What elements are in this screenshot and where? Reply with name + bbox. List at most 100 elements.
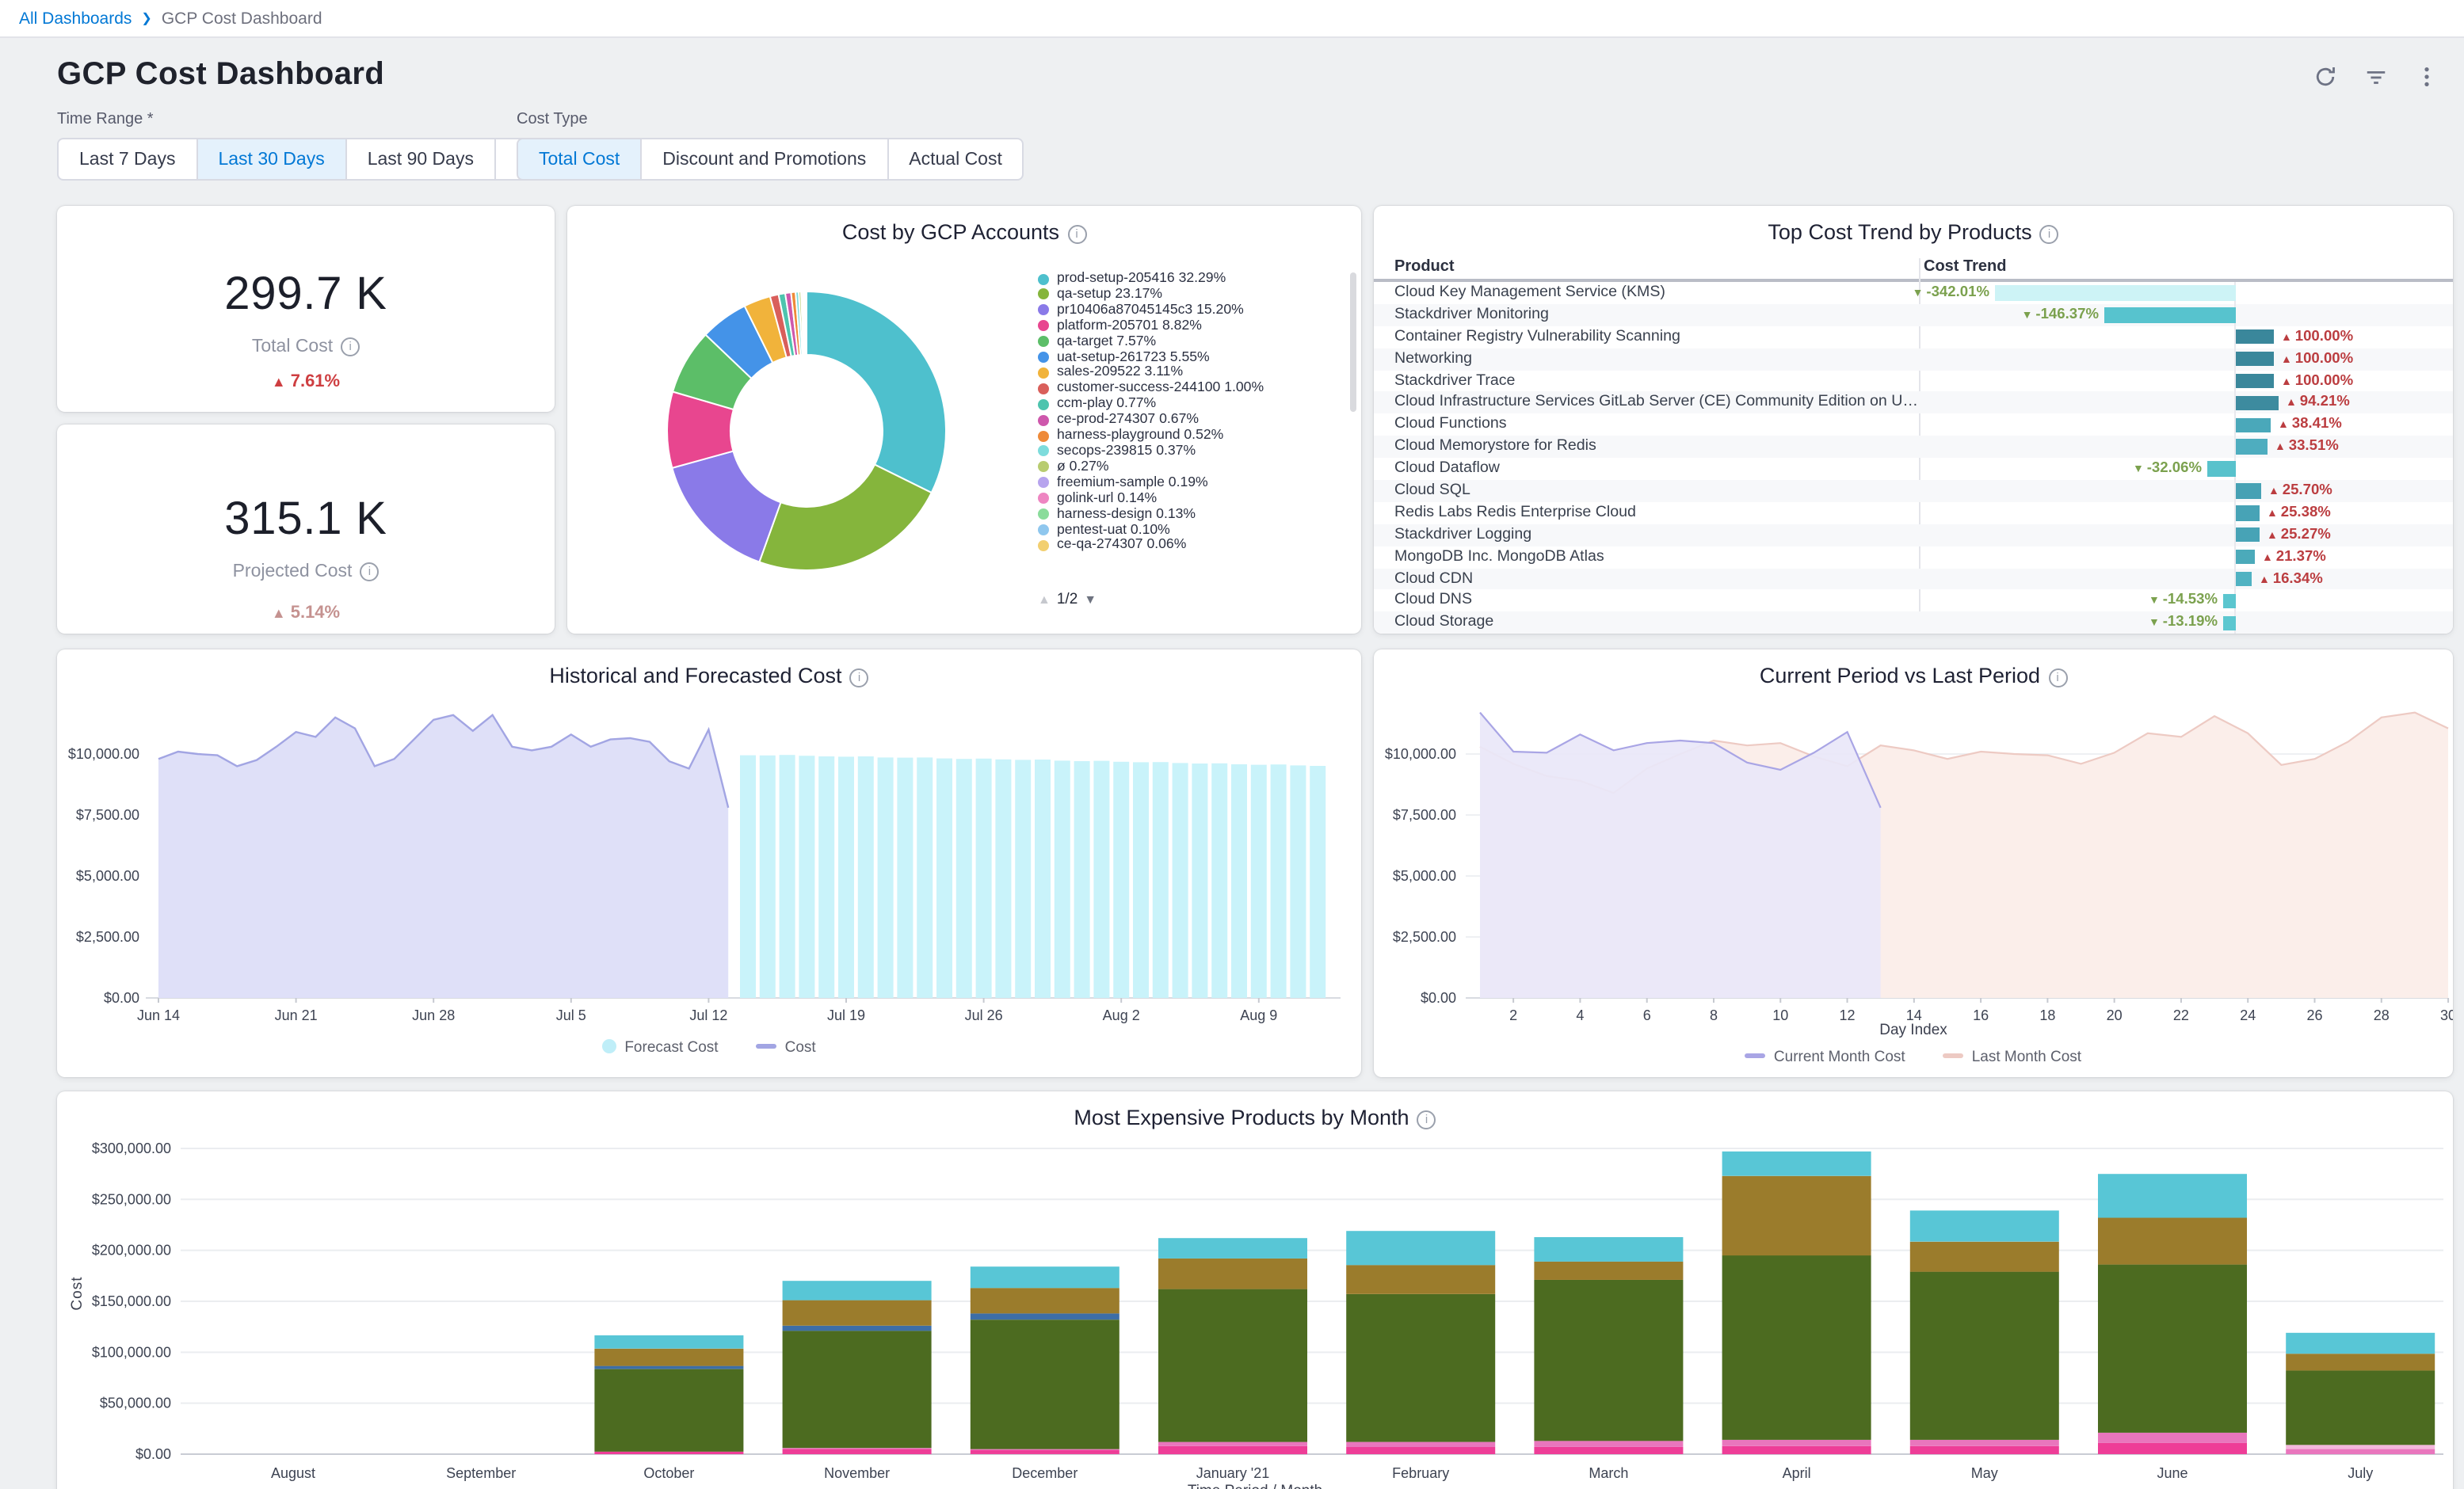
forecast-bar[interactable] bbox=[1113, 762, 1129, 998]
legend-page-down-icon[interactable]: ▼ bbox=[1084, 592, 1097, 607]
cost-type-total-cost[interactable]: Total Cost bbox=[517, 138, 642, 181]
stacked-bar-segment[interactable] bbox=[1346, 1442, 1495, 1447]
trend-bar[interactable] bbox=[2235, 374, 2273, 389]
legend-scrollbar[interactable] bbox=[1350, 272, 1356, 412]
legend-item[interactable]: qa-target 7.57% bbox=[1038, 333, 1339, 349]
stacked-bar-segment[interactable] bbox=[1910, 1210, 2059, 1241]
forecast-bar[interactable] bbox=[1290, 765, 1306, 998]
legend-item[interactable]: golink-url 0.14% bbox=[1038, 490, 1339, 506]
time-range-last-30-days[interactable]: Last 30 Days bbox=[196, 138, 346, 181]
legend-page-up-icon[interactable]: ▲ bbox=[1038, 592, 1051, 607]
trend-bar[interactable] bbox=[2235, 572, 2251, 587]
stacked-bar-segment[interactable] bbox=[2286, 1370, 2435, 1445]
stacked-bar-segment[interactable] bbox=[783, 1331, 932, 1448]
forecast-bar[interactable] bbox=[1153, 762, 1169, 998]
filter-icon[interactable] bbox=[2364, 65, 2388, 90]
donut-slice-qa-setup[interactable] bbox=[759, 465, 931, 570]
stacked-bar-segment[interactable] bbox=[1158, 1446, 1307, 1454]
trend-bar[interactable] bbox=[2235, 483, 2260, 498]
stacked-bar-segment[interactable] bbox=[1910, 1440, 2059, 1446]
legend-item[interactable]: prod-setup-205416 32.29% bbox=[1038, 271, 1339, 287]
donut-slice-ce-qa-274307[interactable] bbox=[806, 291, 807, 355]
forecast-bar[interactable] bbox=[780, 755, 795, 998]
stacked-bar-segment[interactable] bbox=[2098, 1265, 2247, 1433]
forecast-bar[interactable] bbox=[917, 757, 933, 998]
column-header-product[interactable]: Product bbox=[1394, 258, 1455, 276]
stacked-bar-segment[interactable] bbox=[594, 1366, 743, 1369]
stacked-bar-segment[interactable] bbox=[2286, 1449, 2435, 1454]
forecast-bar[interactable] bbox=[838, 756, 854, 998]
stacked-bar-segment[interactable] bbox=[1158, 1289, 1307, 1442]
stacked-bar-segment[interactable] bbox=[1534, 1237, 1683, 1262]
stacked-bar-segment[interactable] bbox=[971, 1313, 1119, 1320]
trend-bar[interactable] bbox=[2235, 329, 2273, 345]
stacked-bar-segment[interactable] bbox=[1534, 1262, 1683, 1280]
stacked-bar-segment[interactable] bbox=[1346, 1265, 1495, 1294]
forecast-bar[interactable] bbox=[1015, 760, 1031, 998]
trend-bar[interactable] bbox=[2235, 352, 2273, 367]
legend-item[interactable]: ø 0.27% bbox=[1038, 459, 1339, 475]
forecast-bar[interactable] bbox=[1211, 764, 1227, 998]
forecast-bar[interactable] bbox=[1093, 761, 1109, 998]
time-range-last-90-days[interactable]: Last 90 Days bbox=[345, 138, 496, 181]
stacked-bar-segment[interactable] bbox=[971, 1288, 1119, 1313]
stacked-bar-segment[interactable] bbox=[1722, 1446, 1871, 1454]
column-header-cost-trend[interactable]: Cost Trend bbox=[1924, 258, 2006, 276]
legend-item[interactable]: harness-playground 0.52% bbox=[1038, 428, 1339, 444]
legend-item[interactable]: qa-setup 23.17% bbox=[1038, 287, 1339, 303]
trend-bar[interactable] bbox=[2104, 307, 2235, 322]
forecast-bar[interactable] bbox=[936, 759, 952, 998]
forecast-bar[interactable] bbox=[1074, 761, 1090, 998]
forecast-bar[interactable] bbox=[1173, 763, 1188, 998]
forecast-bar[interactable] bbox=[1133, 762, 1149, 998]
legend-item[interactable]: pr10406a87045145c3 15.20% bbox=[1038, 303, 1339, 318]
info-icon[interactable]: i bbox=[2040, 225, 2059, 244]
stacked-bar-segment[interactable] bbox=[1722, 1176, 1871, 1255]
forecast-bar[interactable] bbox=[1231, 764, 1247, 998]
breadcrumb-all-dashboards-link[interactable]: All Dashboards bbox=[19, 9, 132, 28]
stacked-bar-segment[interactable] bbox=[971, 1450, 1119, 1454]
stacked-bar-segment[interactable] bbox=[2098, 1443, 2247, 1454]
stacked-bar-segment[interactable] bbox=[594, 1349, 743, 1366]
legend-last-month[interactable]: Last Month Cost bbox=[1943, 1049, 2081, 1066]
legend-item[interactable]: ce-qa-274307 0.06% bbox=[1038, 538, 1339, 554]
stacked-bar-segment[interactable] bbox=[971, 1449, 1119, 1450]
forecast-bar[interactable] bbox=[897, 758, 913, 998]
trend-bar[interactable] bbox=[2235, 417, 2270, 432]
stacked-bar-segment[interactable] bbox=[971, 1320, 1119, 1449]
forecast-bar[interactable] bbox=[799, 756, 814, 998]
stacked-bar-segment[interactable] bbox=[1346, 1447, 1495, 1454]
stacked-bar-segment[interactable] bbox=[1158, 1442, 1307, 1446]
forecast-bar[interactable] bbox=[878, 757, 894, 998]
trend-bar[interactable] bbox=[2235, 527, 2259, 543]
legend-item[interactable]: harness-design 0.13% bbox=[1038, 506, 1339, 522]
forecast-bar[interactable] bbox=[995, 760, 1011, 998]
forecast-bar[interactable] bbox=[740, 756, 756, 998]
cost-type-actual-cost[interactable]: Actual Cost bbox=[887, 138, 1024, 181]
stacked-bar-segment[interactable] bbox=[1346, 1294, 1495, 1442]
stacked-bar-segment[interactable] bbox=[783, 1300, 932, 1326]
stacked-bar-segment[interactable] bbox=[2286, 1445, 2435, 1449]
cost-type-discount-promotions[interactable]: Discount and Promotions bbox=[640, 138, 888, 181]
donut-slice-pr10406a87045145c3[interactable] bbox=[672, 451, 780, 562]
forecast-bar[interactable] bbox=[818, 756, 834, 998]
stacked-bar-segment[interactable] bbox=[971, 1266, 1119, 1288]
stacked-bar-segment[interactable] bbox=[1534, 1280, 1683, 1441]
trend-bar[interactable] bbox=[2222, 615, 2235, 630]
forecast-bar[interactable] bbox=[1310, 766, 1325, 998]
info-icon[interactable]: i bbox=[2048, 668, 2067, 687]
forecast-bar[interactable] bbox=[1271, 764, 1287, 998]
stacked-bar-segment[interactable] bbox=[1910, 1242, 2059, 1272]
stacked-bar-segment[interactable] bbox=[594, 1369, 743, 1452]
forecast-bar[interactable] bbox=[1055, 760, 1070, 998]
trend-bar[interactable] bbox=[1994, 285, 2235, 300]
legend-forecast-cost[interactable]: Forecast Cost bbox=[602, 1039, 718, 1057]
trend-bar[interactable] bbox=[2222, 593, 2235, 608]
stacked-bar-segment[interactable] bbox=[2286, 1354, 2435, 1370]
stacked-bar-segment[interactable] bbox=[1346, 1231, 1495, 1265]
legend-current-month[interactable]: Current Month Cost bbox=[1745, 1049, 1905, 1066]
trend-bar[interactable] bbox=[2235, 440, 2267, 455]
trend-bar[interactable] bbox=[2207, 462, 2235, 477]
legend-item[interactable]: platform-205701 8.82% bbox=[1038, 318, 1339, 333]
stacked-bar-segment[interactable] bbox=[2098, 1433, 2247, 1443]
